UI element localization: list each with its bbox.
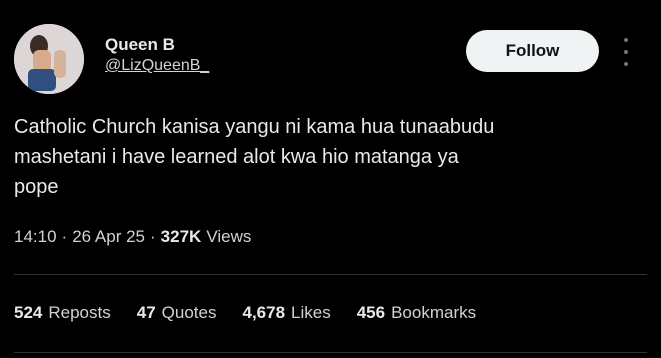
- more-options-icon[interactable]: [617, 38, 635, 66]
- follow-button[interactable]: Follow: [466, 30, 599, 72]
- tweet-time[interactable]: 14:10: [14, 227, 57, 247]
- views-label: Views: [206, 227, 252, 246]
- tweet-date[interactable]: 26 Apr 25: [72, 227, 145, 247]
- meta-separator: ·: [61, 227, 68, 246]
- stat-likes[interactable]: 4,678 Likes: [242, 303, 330, 323]
- meta-separator: ·: [150, 227, 156, 246]
- tweet-text: Catholic Church kanisa yangu ni kama hua…: [14, 116, 495, 198]
- reposts-count: 524: [14, 303, 43, 322]
- tweet-meta: 14:10 · 26 Apr 25 · 327K Views: [14, 227, 251, 247]
- display-name[interactable]: Queen B: [105, 35, 175, 55]
- likes-count: 4,678: [242, 303, 286, 322]
- quotes-count: 47: [136, 303, 156, 322]
- bookmarks-label: Bookmarks: [391, 303, 477, 322]
- views-count: 327K: [160, 227, 202, 246]
- stat-bookmarks[interactable]: 456 Bookmarks: [357, 303, 476, 323]
- divider: [14, 352, 647, 353]
- avatar-image: [14, 24, 84, 94]
- stat-quotes[interactable]: 47 Quotes: [137, 303, 217, 323]
- avatar[interactable]: [14, 24, 84, 94]
- likes-label: Likes: [291, 303, 331, 322]
- divider: [14, 274, 647, 275]
- user-handle[interactable]: @LizQueenB_: [105, 57, 209, 75]
- bookmarks-count: 456: [356, 303, 386, 322]
- stat-reposts[interactable]: 524 Reposts: [14, 303, 111, 323]
- reposts-label: Reposts: [48, 303, 111, 322]
- engagement-stats: 524 Reposts 47 Quotes 4,678 Likes 456 Bookma…: [14, 303, 476, 323]
- quotes-label: Quotes: [161, 303, 217, 322]
